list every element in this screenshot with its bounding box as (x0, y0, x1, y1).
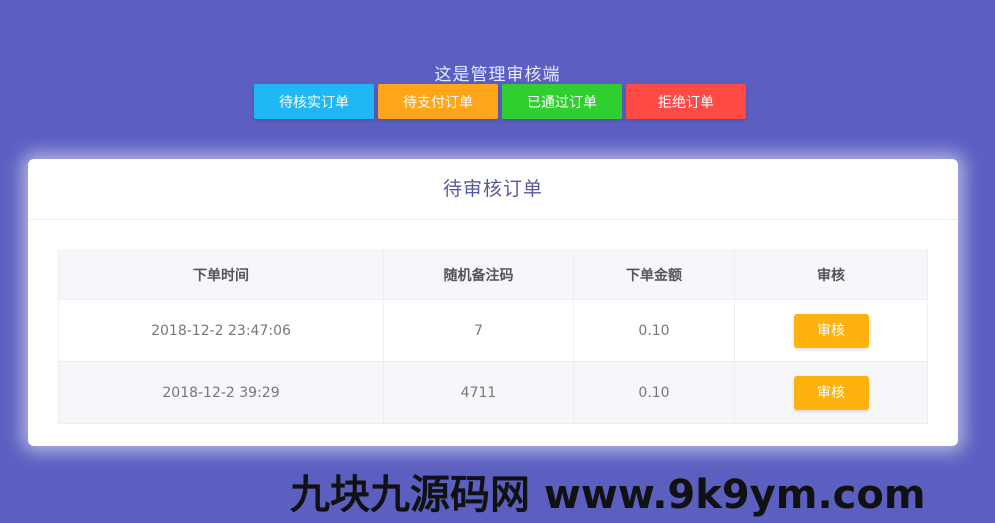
tab-pending-verification[interactable]: 待核实订单 (254, 84, 374, 119)
column-header-amount: 下单金额 (573, 250, 735, 300)
review-cell: 审核 (734, 361, 928, 424)
table-row: 2018-12-2 39:29 4711 0.10 审核 (58, 361, 928, 424)
column-header-time: 下单时间 (58, 250, 384, 300)
order-code: 7 (383, 299, 574, 362)
column-header-code: 随机备注码 (383, 250, 574, 300)
tab-approved[interactable]: 已通过订单 (502, 84, 622, 119)
order-tabs: 待核实订单 待支付订单 已通过订单 拒绝订单 (254, 84, 746, 119)
order-amount: 0.10 (573, 299, 735, 362)
order-code: 4711 (383, 361, 574, 424)
tab-rejected[interactable]: 拒绝订单 (626, 84, 746, 119)
review-cell: 审核 (734, 299, 928, 362)
table-row: 2018-12-2 23:47:06 7 0.10 审核 (58, 299, 928, 362)
review-button[interactable]: 审核 (793, 313, 869, 348)
column-header-review: 审核 (734, 250, 928, 300)
order-amount: 0.10 (573, 361, 735, 424)
order-time: 2018-12-2 39:29 (58, 361, 384, 424)
review-button[interactable]: 审核 (793, 375, 869, 410)
page-title: 这是管理审核端 (434, 65, 561, 85)
table-header-row: 下单时间 随机备注码 下单金额 审核 (58, 250, 928, 300)
order-time: 2018-12-2 23:47:06 (58, 299, 384, 362)
pending-orders-card: 待审核订单 下单时间 随机备注码 下单金额 审核 2018-12-2 23:47… (28, 159, 958, 446)
orders-table: 下单时间 随机备注码 下单金额 审核 2018-12-2 23:47:06 7 … (58, 250, 928, 424)
watermark-text: 九块九源码网 www.9k9ym.com (290, 472, 926, 518)
card-title: 待审核订单 (28, 159, 958, 220)
tab-pending-payment[interactable]: 待支付订单 (378, 84, 498, 119)
